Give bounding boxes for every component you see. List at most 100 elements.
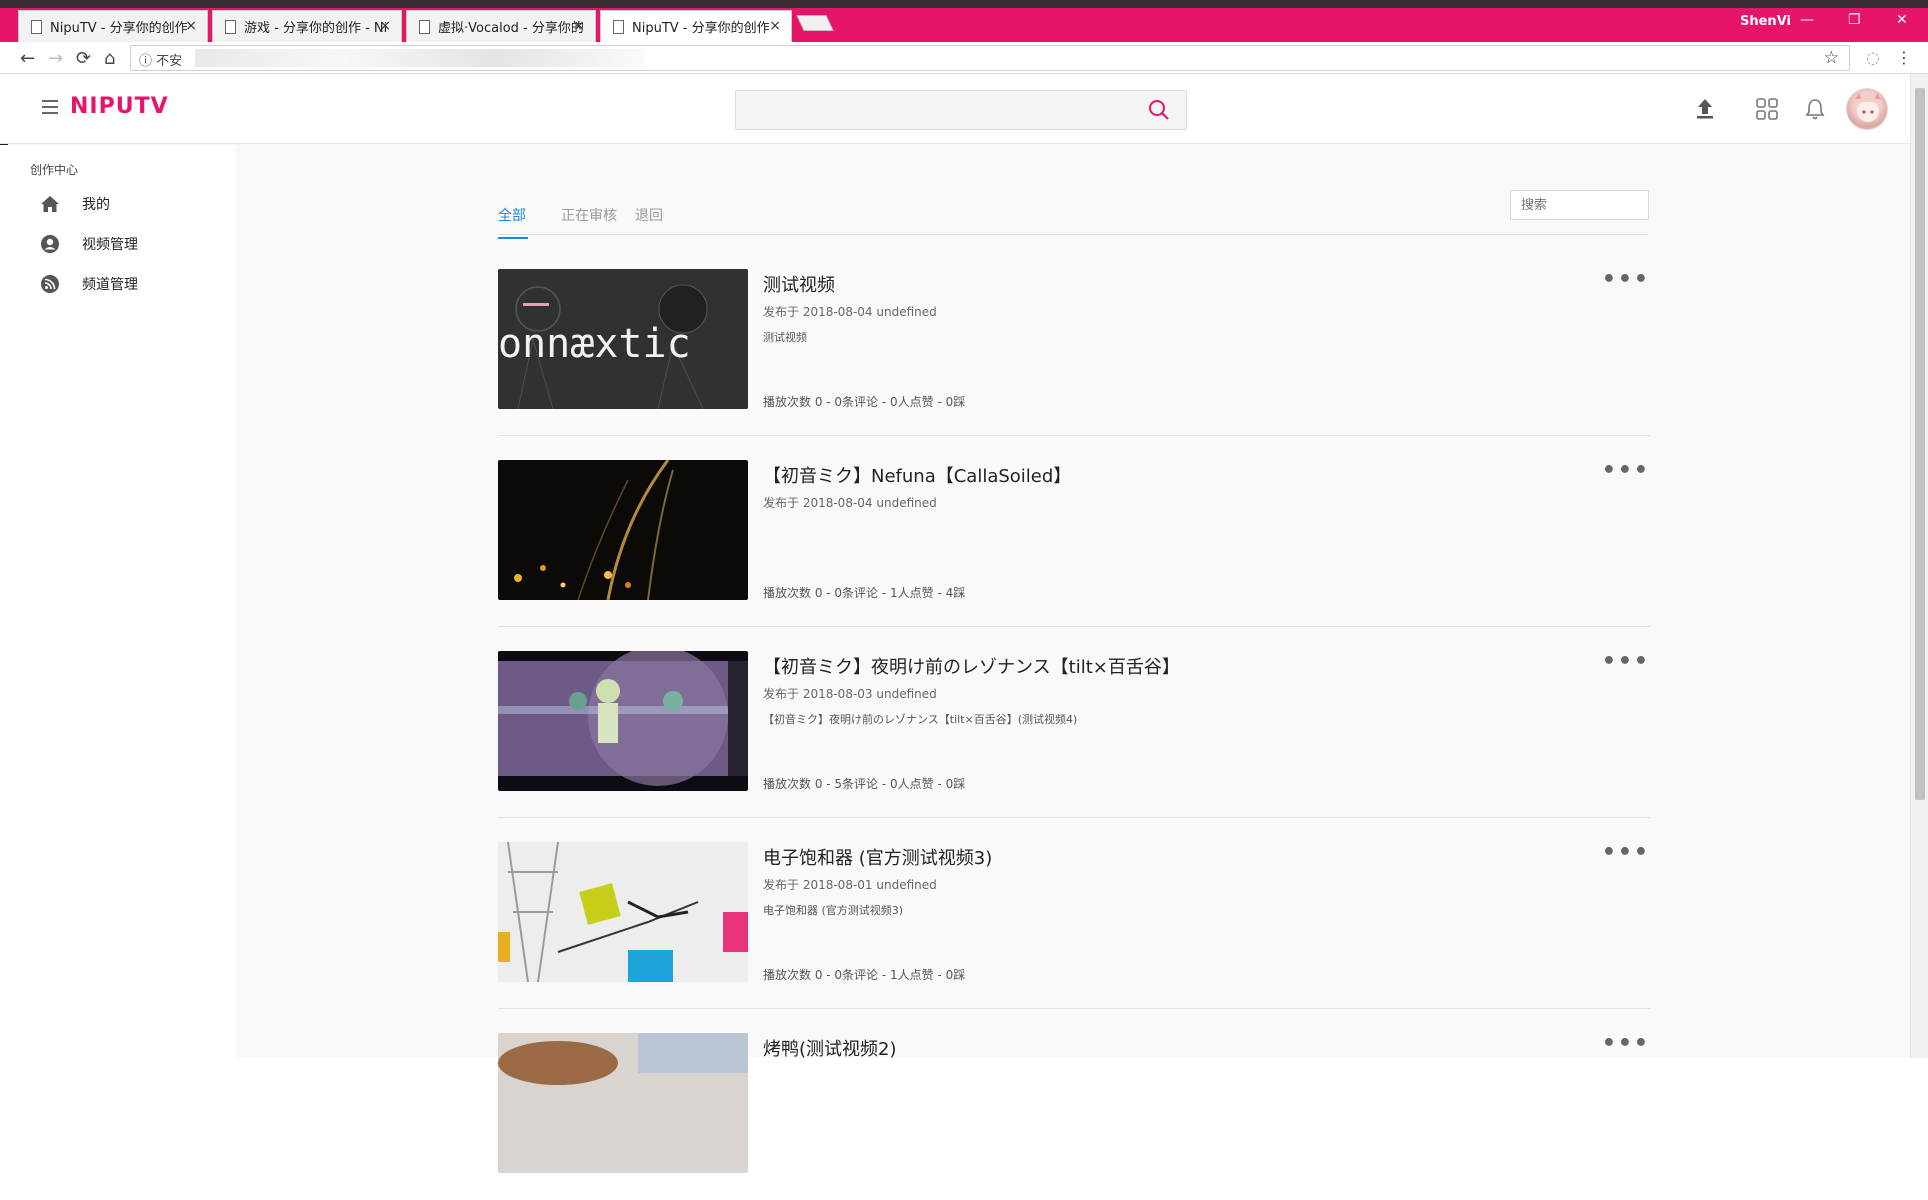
video-title[interactable]: 【初音ミク】Nefuna【CallaSoiled】 bbox=[763, 462, 1071, 488]
site-info-icon[interactable]: ⓘ 不安 bbox=[139, 50, 182, 69]
close-tab-icon[interactable]: × bbox=[185, 18, 197, 34]
tab-all[interactable]: 全部 bbox=[498, 205, 528, 239]
header-search-box bbox=[735, 90, 1187, 130]
url-text-redacted bbox=[195, 49, 645, 67]
video-stats: 播放次数 0 - 0条评论 - 0人点赞 - 0踩 bbox=[763, 395, 966, 409]
home-page-icon[interactable]: ⌂ bbox=[104, 48, 115, 69]
sidebar-item-video-management[interactable]: 视频管理 bbox=[40, 229, 230, 259]
browser-tab-label: 游戏 - 分享你的创作 - Ni bbox=[244, 21, 388, 36]
page-scrollbar[interactable] bbox=[1910, 74, 1928, 1058]
video-date: 发布于 2018-08-03 undefined bbox=[763, 687, 937, 701]
video-thumbnail[interactable] bbox=[498, 842, 748, 982]
close-window-icon[interactable]: ✕ bbox=[1896, 12, 1908, 28]
video-search-input[interactable] bbox=[1510, 190, 1649, 220]
video-row: onnæxtic 测试视频 发布于 2018-08-04 undefined 测… bbox=[498, 245, 1650, 436]
video-row: 烤鸭(测试视频2) ••• bbox=[498, 1009, 1650, 1200]
search-icon[interactable] bbox=[1148, 99, 1170, 121]
avatar-illustration bbox=[1853, 93, 1883, 122]
extension-icon[interactable]: ◌ bbox=[1866, 48, 1880, 67]
filter-tabs: 全部 正在审核 退回 bbox=[498, 193, 1648, 239]
thumbnail-art: onnæxtic bbox=[498, 269, 748, 409]
sidebar-section-title: 创作中心 bbox=[30, 163, 79, 177]
app-header: NIPUTV bbox=[0, 74, 1910, 144]
bookmark-star-icon[interactable]: ☆ bbox=[1824, 48, 1839, 68]
browser-tab-1[interactable]: NipuTV - 分享你的创作 × bbox=[18, 10, 208, 42]
video-stats: 播放次数 0 - 5条评论 - 0人点赞 - 0踩 bbox=[763, 777, 966, 791]
browser-tab-3[interactable]: 虚拟·Vocalod - 分享你的 × bbox=[406, 10, 596, 42]
browser-tab-label: 虚拟·Vocalod - 分享你的 bbox=[438, 21, 584, 36]
video-date: 发布于 2018-08-01 undefined bbox=[763, 878, 937, 892]
user-circle-icon bbox=[40, 234, 60, 254]
more-options-icon[interactable]: ••• bbox=[1602, 649, 1650, 674]
more-options-icon[interactable]: ••• bbox=[1602, 1031, 1650, 1056]
more-options-icon[interactable]: ••• bbox=[1602, 458, 1650, 483]
browser-tab-bar: NipuTV - 分享你的创作 × 游戏 - 分享你的创作 - Ni × 虚拟·… bbox=[0, 0, 1928, 42]
url-field[interactable]: ⓘ 不安 ☆ bbox=[130, 45, 1850, 71]
reload-icon[interactable]: ⟳ bbox=[76, 48, 91, 69]
close-tab-icon[interactable]: × bbox=[769, 18, 781, 34]
video-title[interactable]: 测试视频 bbox=[763, 271, 835, 297]
user-avatar[interactable] bbox=[1846, 88, 1888, 130]
restore-icon[interactable]: ❐ bbox=[1848, 12, 1861, 28]
minimize-icon[interactable]: — bbox=[1800, 12, 1814, 28]
sidebar: 创作中心 我的 视频管理 频道管理 bbox=[0, 145, 235, 1058]
page-icon bbox=[613, 19, 624, 34]
thumbnail-art bbox=[498, 651, 748, 791]
thumbnail-art bbox=[498, 1033, 748, 1173]
video-title[interactable]: 【初音ミク】夜明け前のレゾナンス【tilt×百舌谷】 bbox=[763, 653, 1180, 679]
video-thumbnail[interactable] bbox=[498, 1033, 748, 1173]
browser-tab-2[interactable]: 游戏 - 分享你的创作 - Ni × bbox=[212, 10, 402, 42]
video-row: 【初音ミク】夜明け前のレゾナンス【tilt×百舌谷】 发布于 2018-08-0… bbox=[498, 627, 1650, 818]
address-bar-row: ← → ⟳ ⌂ ⓘ 不安 ☆ ◌ ⋮ bbox=[0, 42, 1928, 74]
browser-tab-label: NipuTV - 分享你的创作 bbox=[632, 21, 770, 36]
tab-under-review[interactable]: 正在审核 bbox=[561, 205, 617, 225]
sidebar-item-channel-management[interactable]: 频道管理 bbox=[40, 269, 230, 299]
page-icon bbox=[419, 19, 430, 34]
video-description: 测试视频 bbox=[763, 331, 807, 344]
tab-rejected[interactable]: 退回 bbox=[635, 205, 663, 225]
scrollbar-thumb[interactable] bbox=[1915, 88, 1925, 800]
browser-tab-label: NipuTV - 分享你的创作 bbox=[50, 21, 188, 36]
sidebar-item-label: 视频管理 bbox=[82, 237, 138, 253]
sidebar-item-mine[interactable]: 我的 bbox=[40, 189, 230, 219]
video-description: 【初音ミク】夜明け前のレゾナンス【tilt×百舌谷】(测试视频4) bbox=[763, 713, 1078, 726]
home-icon bbox=[40, 194, 60, 214]
new-tab-button[interactable] bbox=[796, 15, 834, 31]
browser-tab-4[interactable]: NipuTV - 分享你的创作 × bbox=[600, 10, 792, 42]
page-icon bbox=[225, 19, 236, 34]
video-date: 发布于 2018-08-04 undefined bbox=[763, 496, 937, 510]
video-row: 电子饱和器 (官方测试视频3) 发布于 2018-08-01 undefined… bbox=[498, 818, 1650, 1009]
video-title[interactable]: 电子饱和器 (官方测试视频3) bbox=[763, 844, 992, 870]
more-options-icon[interactable]: ••• bbox=[1602, 840, 1650, 865]
sidebar-item-label: 我的 bbox=[82, 197, 110, 213]
bell-icon[interactable] bbox=[1800, 94, 1830, 124]
thumbnail-art bbox=[498, 460, 748, 600]
more-options-icon[interactable]: ••• bbox=[1602, 267, 1650, 292]
apps-grid-icon[interactable] bbox=[1752, 94, 1782, 124]
upload-icon[interactable] bbox=[1690, 94, 1720, 124]
video-title[interactable]: 烤鸭(测试视频2) bbox=[763, 1035, 897, 1061]
page-icon bbox=[31, 19, 42, 34]
video-thumbnail[interactable] bbox=[498, 460, 748, 600]
hamburger-menu-icon[interactable] bbox=[42, 100, 58, 114]
header-search-input[interactable] bbox=[736, 91, 1136, 129]
video-description: 电子饱和器 (官方测试视频3) bbox=[763, 904, 904, 917]
video-date: 发布于 2018-08-04 undefined bbox=[763, 305, 937, 319]
video-stats: 播放次数 0 - 0条评论 - 1人点赞 - 4踩 bbox=[763, 586, 966, 600]
main-content: 全部 正在审核 退回 onnæxtic 测试视频 发布于 2018-08-04 … bbox=[235, 145, 1910, 1173]
forward-icon[interactable]: → bbox=[48, 48, 63, 69]
video-thumbnail[interactable] bbox=[498, 651, 748, 791]
video-thumbnail[interactable]: onnæxtic bbox=[498, 269, 748, 409]
back-icon[interactable]: ← bbox=[20, 48, 35, 69]
close-tab-icon[interactable]: × bbox=[379, 18, 391, 34]
sidebar-item-label: 频道管理 bbox=[82, 277, 138, 293]
thumbnail-caption: onnæxtic bbox=[498, 321, 691, 367]
browser-user-name[interactable]: ShenVi bbox=[1740, 14, 1791, 29]
rss-icon bbox=[40, 274, 60, 294]
video-row: 【初音ミク】Nefuna【CallaSoiled】 发布于 2018-08-04… bbox=[498, 436, 1650, 627]
video-stats: 播放次数 0 - 0条评论 - 1人点赞 - 0踩 bbox=[763, 968, 966, 982]
niputv-logo[interactable]: NIPUTV bbox=[70, 94, 169, 119]
close-tab-icon[interactable]: × bbox=[573, 18, 585, 34]
browser-menu-icon[interactable]: ⋮ bbox=[1896, 48, 1912, 67]
thumbnail-art bbox=[498, 842, 748, 982]
